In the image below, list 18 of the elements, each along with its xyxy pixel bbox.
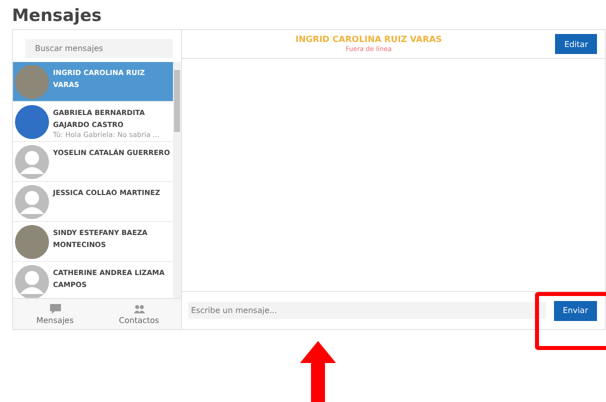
avatar-photo-placeholder	[15, 225, 49, 259]
speech-bubble-icon	[50, 304, 60, 314]
avatar-photo-placeholder	[15, 105, 49, 139]
default-avatar-icon	[15, 185, 49, 219]
annotation-arrow	[300, 341, 336, 402]
message-input[interactable]: Escribe un mensaje...	[188, 302, 546, 319]
bottom-tab[interactable]: Contactos	[97, 299, 181, 329]
scrollbar[interactable]	[173, 62, 181, 298]
page-title: Mensajes	[11, 5, 103, 28]
highlight-frame	[535, 292, 606, 350]
avatar-photo-placeholder	[15, 65, 49, 99]
bottom-tab[interactable]: Mensajes	[13, 299, 97, 329]
edit-button[interactable]: Editar	[555, 34, 597, 54]
search-field[interactable]: Buscar mensajes	[25, 39, 173, 58]
chat-contact-name: INGRID CAROLINA RUIZ VARAS	[295, 35, 442, 45]
send-button[interactable]: Enviar	[554, 300, 597, 320]
default-avatar-icon	[15, 145, 49, 179]
people-icon	[134, 304, 144, 314]
